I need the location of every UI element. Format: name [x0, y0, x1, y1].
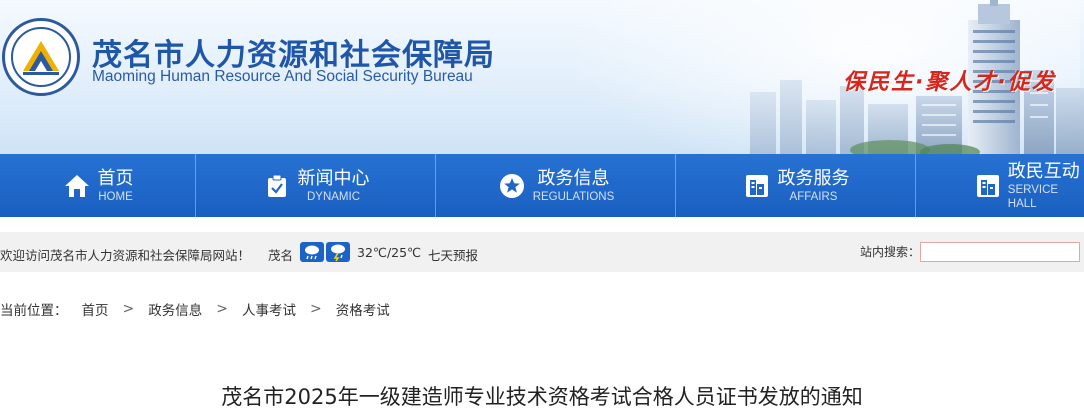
- logo-emblem-icon: [23, 41, 59, 75]
- star-circle-icon: [497, 171, 527, 201]
- nav-label: 首页: [97, 167, 134, 189]
- nav-item-regulations[interactable]: 政务信息 REGULATIONS: [436, 154, 676, 217]
- breadcrumb-item-home[interactable]: 首页: [82, 299, 109, 319]
- building-icon: [974, 171, 1002, 201]
- thunderstorm-icon: [326, 242, 350, 262]
- nav-item-interaction[interactable]: 政民互动 SERVICE HALL: [916, 154, 1084, 217]
- nav-sublabel: REGULATIONS: [532, 190, 615, 203]
- nav-sublabel: DYNAMIC: [306, 190, 361, 203]
- info-bar: 欢迎访问茂名市人力资源和社会保障局网站！ 茂名 32℃/25℃ 七天预报 站内搜…: [0, 232, 1084, 272]
- weather-city: 茂名: [268, 248, 294, 263]
- nav-item-home[interactable]: 首页 HOME: [0, 154, 196, 217]
- breadcrumb-item-qualification-exam[interactable]: 资格考试: [336, 299, 390, 319]
- nav-label: 新闻中心: [297, 167, 370, 189]
- nav-label: 政民互动: [1007, 160, 1080, 182]
- temperature: 32℃/25℃: [357, 245, 422, 260]
- breadcrumb-label: 当前位置：: [0, 303, 68, 319]
- site-name-en: Maoming Human Resource And Social Securi…: [92, 68, 473, 85]
- nav-label: 政务信息: [537, 167, 610, 189]
- home-icon: [62, 171, 92, 201]
- clipboard-check-icon: [262, 171, 292, 201]
- nav-sublabel: AFFAIRS: [789, 190, 838, 203]
- header-banner: 茂名市人力资源和社会保障局 Maoming Human Resource And…: [0, 0, 1084, 154]
- breadcrumb: 当前位置： 首页 > 政务信息 > 人事考试 > 资格考试: [0, 299, 390, 319]
- nav-label: 政务服务: [777, 167, 850, 189]
- nav-sublabel: SERVICE HALL: [1007, 183, 1059, 210]
- nav-item-affairs[interactable]: 政务服务 AFFAIRS: [676, 154, 916, 217]
- breadcrumb-item-personnel-exam[interactable]: 人事考试: [242, 299, 296, 319]
- chevron-right-icon: >: [216, 301, 228, 317]
- seven-day-forecast-link[interactable]: 七天预报: [428, 245, 478, 264]
- main-nav: 首页 HOME 新闻中心 DYNAMIC 政务信息 REGULATIONS 政务…: [0, 154, 1084, 217]
- rain-icon: [300, 242, 324, 262]
- building-icon: [742, 171, 772, 201]
- article-title: 茂名市2025年一级建造师专业技术资格考试合格人员证书发放的通知: [221, 385, 863, 409]
- welcome-text: 欢迎访问茂名市人力资源和社会保障局网站！: [0, 248, 251, 263]
- chevron-right-icon: >: [122, 301, 135, 317]
- site-search-input[interactable]: [920, 242, 1080, 262]
- nav-item-news[interactable]: 新闻中心 DYNAMIC: [196, 154, 436, 217]
- chevron-right-icon: >: [309, 301, 322, 317]
- search-label: 站内搜索：: [860, 245, 921, 259]
- banner-slogan: 保民生·聚人才·促发: [843, 70, 1056, 95]
- nav-sublabel: HOME: [98, 190, 133, 203]
- breadcrumb-item-regulations[interactable]: 政务信息: [148, 299, 202, 319]
- site-logo[interactable]: [2, 18, 80, 96]
